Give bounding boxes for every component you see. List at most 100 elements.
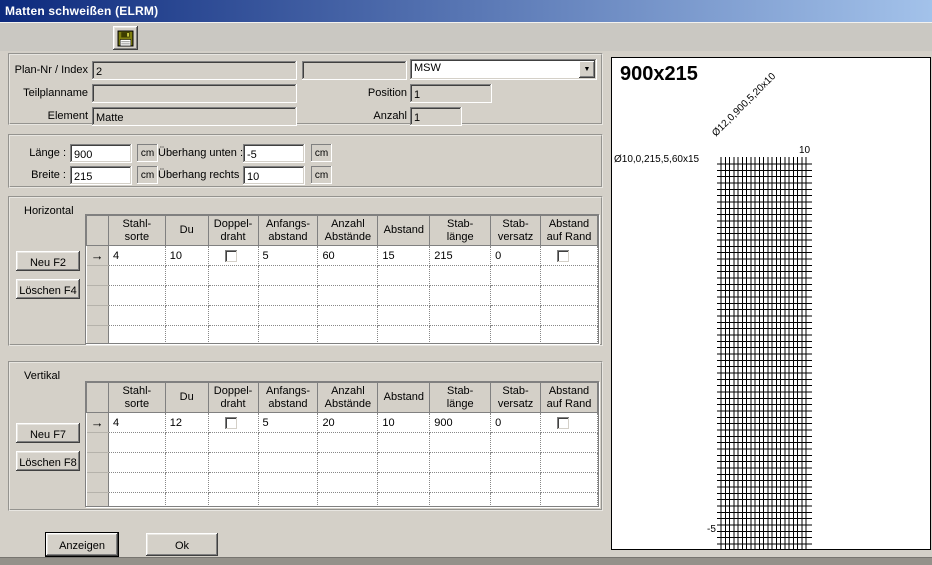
grid-cell[interactable]: [491, 306, 541, 326]
loeschen-f8-button[interactable]: Löschen F8: [16, 451, 80, 471]
grid-cell[interactable]: [318, 306, 378, 326]
grid-cell[interactable]: [108, 473, 165, 493]
loeschen-f4-button[interactable]: Löschen F4: [16, 279, 80, 299]
grid-cell[interactable]: [318, 266, 378, 286]
position-input[interactable]: [410, 84, 492, 103]
checkbox[interactable]: [225, 417, 238, 430]
grid-cell[interactable]: [208, 326, 258, 345]
checkbox[interactable]: [225, 250, 238, 263]
grid-cell[interactable]: [541, 326, 598, 345]
grid-cell[interactable]: [318, 453, 378, 473]
grid-cell[interactable]: [318, 493, 378, 508]
grid-cell[interactable]: 12: [165, 413, 208, 433]
breite-input[interactable]: [70, 166, 132, 185]
grid-cell[interactable]: [378, 306, 430, 326]
grid-cell[interactable]: 60: [318, 246, 378, 266]
grid-cell[interactable]: [258, 326, 318, 345]
grid-cell[interactable]: [430, 433, 491, 453]
neu-f2-button[interactable]: Neu F2: [16, 251, 80, 271]
mat-type-combobox[interactable]: MSW ▼: [410, 59, 597, 80]
grid-cell[interactable]: [491, 286, 541, 306]
grid-cell[interactable]: [430, 326, 491, 345]
grid-cell[interactable]: [378, 433, 430, 453]
plan-nr-input[interactable]: [92, 61, 297, 80]
grid-cell[interactable]: [378, 266, 430, 286]
grid-cell[interactable]: [430, 306, 491, 326]
grid-cell[interactable]: [208, 266, 258, 286]
grid-cell[interactable]: [491, 326, 541, 345]
element-input[interactable]: [92, 107, 297, 126]
row-selector[interactable]: [87, 453, 109, 473]
grid-cell[interactable]: 4: [108, 246, 165, 266]
neu-f7-button[interactable]: Neu F7: [16, 423, 80, 443]
grid-cell[interactable]: [108, 326, 165, 345]
grid-cell[interactable]: [208, 493, 258, 508]
save-button[interactable]: [113, 26, 138, 50]
ok-button[interactable]: Ok: [146, 533, 218, 556]
grid-cell[interactable]: [491, 453, 541, 473]
grid-cell[interactable]: [108, 493, 165, 508]
grid-cell[interactable]: [541, 493, 598, 508]
grid-cell[interactable]: [208, 306, 258, 326]
row-selector[interactable]: [87, 433, 109, 453]
grid-cell[interactable]: [430, 453, 491, 473]
grid-cell[interactable]: [258, 286, 318, 306]
row-selector[interactable]: [87, 286, 109, 306]
grid-cell[interactable]: [430, 473, 491, 493]
grid-cell[interactable]: [258, 433, 318, 453]
grid-cell[interactable]: [491, 266, 541, 286]
grid-cell[interactable]: [491, 493, 541, 508]
checkbox[interactable]: [557, 417, 570, 430]
grid-cell[interactable]: 215: [430, 246, 491, 266]
grid-cell[interactable]: [541, 246, 598, 266]
grid-cell[interactable]: 20: [318, 413, 378, 433]
anzeigen-button[interactable]: Anzeigen: [46, 533, 118, 556]
grid-cell[interactable]: [378, 453, 430, 473]
grid-cell[interactable]: [258, 306, 318, 326]
grid-cell[interactable]: 0: [491, 413, 541, 433]
grid-cell[interactable]: [258, 266, 318, 286]
grid-cell[interactable]: [318, 473, 378, 493]
grid-cell[interactable]: 0: [491, 246, 541, 266]
grid-cell[interactable]: [541, 413, 598, 433]
grid-cell[interactable]: [541, 306, 598, 326]
grid-cell[interactable]: [165, 306, 208, 326]
ueberhang-rechts-input[interactable]: [243, 166, 305, 185]
row-selector[interactable]: →: [87, 413, 109, 433]
grid-cell[interactable]: [165, 266, 208, 286]
grid-cell[interactable]: [541, 433, 598, 453]
ueberhang-unten-input[interactable]: [243, 144, 305, 163]
grid-cell[interactable]: [108, 433, 165, 453]
grid-cell[interactable]: 15: [378, 246, 430, 266]
grid-cell[interactable]: [165, 453, 208, 473]
grid-cell[interactable]: [208, 473, 258, 493]
extra-input[interactable]: [302, 61, 407, 80]
row-selector[interactable]: [87, 493, 109, 508]
grid-cell[interactable]: [541, 286, 598, 306]
grid-cell[interactable]: [258, 453, 318, 473]
anzahl-input[interactable]: [410, 107, 462, 126]
grid-cell[interactable]: [378, 473, 430, 493]
grid-cell[interactable]: [208, 453, 258, 473]
grid-cell[interactable]: [258, 493, 318, 508]
row-selector[interactable]: [87, 266, 109, 286]
grid-cell[interactable]: [430, 286, 491, 306]
grid-cell[interactable]: [378, 493, 430, 508]
grid-cell[interactable]: [318, 286, 378, 306]
grid-cell[interactable]: [491, 433, 541, 453]
grid-cell[interactable]: [108, 306, 165, 326]
grid-cell[interactable]: [108, 286, 165, 306]
laenge-input[interactable]: [70, 144, 132, 163]
teilplanname-input[interactable]: [92, 84, 297, 103]
grid-cell[interactable]: [378, 286, 430, 306]
grid-cell[interactable]: [165, 433, 208, 453]
grid-cell[interactable]: [208, 413, 258, 433]
grid-cell[interactable]: [430, 266, 491, 286]
row-selector[interactable]: →: [87, 246, 109, 266]
grid-cell[interactable]: [378, 326, 430, 345]
checkbox[interactable]: [557, 250, 570, 263]
grid-cell[interactable]: [165, 473, 208, 493]
grid-cell[interactable]: 5: [258, 246, 318, 266]
grid-cell[interactable]: [541, 453, 598, 473]
grid-cell[interactable]: 10: [165, 246, 208, 266]
